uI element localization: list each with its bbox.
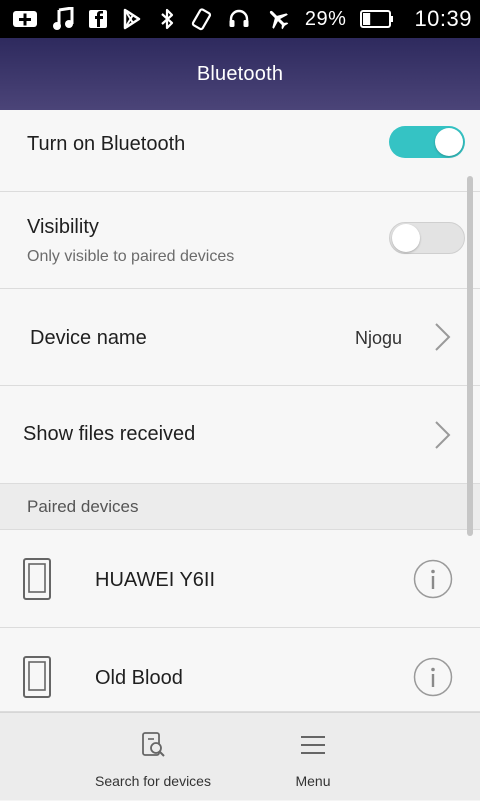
device-name: Old Blood [95, 667, 183, 689]
visibility-row[interactable]: Visibility Only visible to paired device… [0, 192, 480, 289]
battery-percent: 29% [304, 7, 347, 30]
device-name-row[interactable]: Device name Njogu [0, 289, 480, 386]
device-name: HUAWEI Y6II [95, 569, 216, 591]
status-right-icons: 29% 10:39 [159, 6, 472, 32]
info-icon[interactable] [413, 657, 453, 697]
device-row-huawei[interactable]: HUAWEI Y6II [0, 530, 480, 628]
chevron-right-icon [435, 421, 451, 449]
play-store-icon [122, 8, 142, 30]
device-name-label: Device name [30, 327, 147, 349]
show-files-label: Show files received [23, 423, 196, 445]
switch-knob [435, 128, 463, 156]
add-box-icon [12, 8, 38, 30]
visibility-label: Visibility [27, 216, 99, 238]
status-bar: 29% 10:39 [0, 0, 480, 38]
bluetooth-switch[interactable] [389, 126, 465, 158]
paired-devices-header: Paired devices [0, 484, 480, 530]
device-row-old-blood[interactable]: Old Blood [0, 628, 480, 712]
battery-icon [360, 9, 394, 29]
menu-icon [301, 736, 325, 754]
status-left-icons [12, 7, 142, 31]
vibrate-icon [189, 7, 213, 31]
section-title: Paired devices [27, 497, 139, 516]
bluetooth-icon [159, 7, 175, 31]
app-bar: Bluetooth [0, 38, 480, 110]
show-files-row[interactable]: Show files received [0, 386, 480, 484]
bluetooth-label: Turn on Bluetooth [27, 133, 186, 155]
device-name-value: Njogu [355, 328, 403, 348]
switch-knob [392, 224, 420, 252]
airplane-icon [265, 6, 291, 32]
headset-icon [227, 7, 251, 31]
clock: 10:39 [414, 6, 472, 31]
visibility-subtitle: Only visible to paired devices [27, 248, 235, 265]
visibility-switch[interactable] [389, 222, 465, 254]
phone-icon [23, 656, 51, 698]
menu-label: Menu [295, 773, 331, 789]
menu-button[interactable]: Menu [268, 713, 358, 801]
search-device-icon [142, 732, 165, 757]
bottom-action-bar: Search for devices Menu [0, 712, 480, 800]
search-devices-button[interactable]: Search for devices [88, 713, 218, 801]
bluetooth-toggle-row[interactable]: Turn on Bluetooth [0, 110, 480, 192]
search-devices-label: Search for devices [95, 773, 211, 789]
info-icon[interactable] [413, 559, 453, 599]
phone-icon [23, 558, 51, 600]
scrollbar[interactable] [467, 176, 473, 536]
music-note-icon [52, 7, 74, 31]
chevron-right-icon [435, 323, 451, 351]
facebook-icon [88, 9, 108, 29]
page-title: Bluetooth [196, 62, 284, 85]
